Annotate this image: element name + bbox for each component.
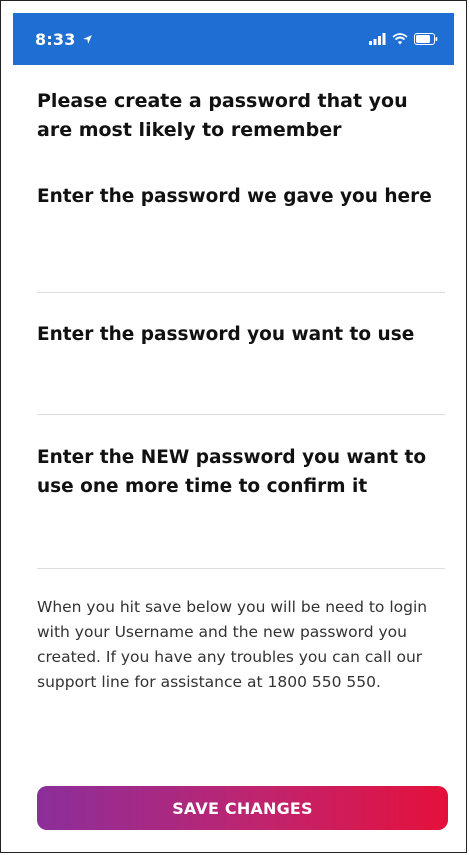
confirm-password-label: Enter the NEW password you want to use o… bbox=[37, 447, 427, 497]
confirm-password-input[interactable] bbox=[37, 513, 445, 551]
phone-screen: 8:33 Please create a password that you a… bbox=[0, 0, 467, 853]
new-password-divider bbox=[37, 414, 445, 415]
info-text: When you hit save below you will be need… bbox=[37, 598, 428, 691]
new-password-label: Enter the password you want to use bbox=[37, 324, 415, 345]
location-arrow-icon bbox=[82, 30, 93, 49]
save-changes-button[interactable]: SAVE CHANGES bbox=[37, 786, 448, 830]
current-password-input[interactable] bbox=[37, 237, 445, 275]
status-time: 8:33 bbox=[35, 29, 76, 49]
battery-icon bbox=[414, 30, 438, 49]
password-form: Please create a password that you are mo… bbox=[37, 65, 448, 852]
confirm-password-divider bbox=[37, 568, 445, 569]
status-bar: 8:33 bbox=[13, 13, 454, 65]
status-time-group: 8:33 bbox=[35, 30, 93, 49]
wifi-icon bbox=[392, 30, 408, 49]
status-indicators bbox=[369, 30, 438, 49]
current-password-label: Enter the password we gave you here bbox=[37, 186, 432, 207]
intro-heading: Please create a password that you are mo… bbox=[37, 90, 408, 141]
new-password-input[interactable] bbox=[37, 365, 445, 403]
cellular-signal-icon bbox=[369, 30, 386, 49]
current-password-divider bbox=[37, 292, 445, 293]
